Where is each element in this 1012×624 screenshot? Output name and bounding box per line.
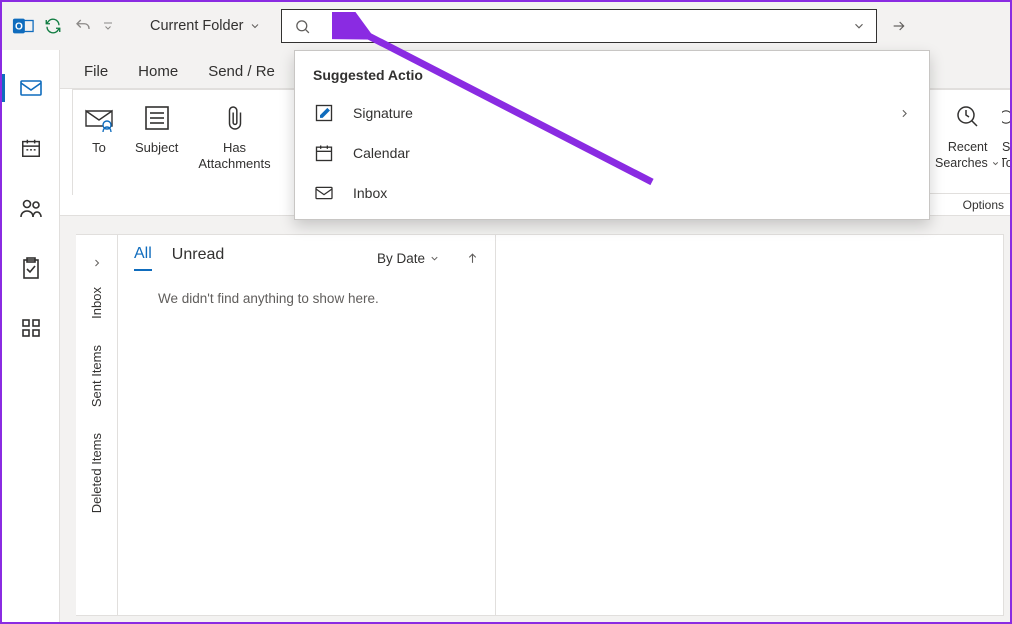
sort-label: By Date — [377, 251, 425, 266]
rail-calendar-button[interactable] — [10, 132, 52, 164]
folder-minibar: Inbox Sent Items Deleted Items — [76, 234, 118, 616]
chevron-right-icon — [898, 107, 911, 120]
search-suggestions-dropdown: Suggested Actio Signature Calendar Inbox — [294, 50, 930, 220]
ribbon-recent-searches-label: Recent Searches — [935, 139, 1000, 171]
signature-icon — [313, 103, 335, 123]
search-area — [281, 9, 917, 43]
tab-file[interactable]: File — [80, 55, 112, 88]
ribbon-search-tools-button[interactable]: S To — [1002, 95, 1010, 193]
sort-button[interactable]: By Date — [377, 251, 440, 266]
search-icon — [282, 18, 322, 35]
calendar-icon — [20, 137, 42, 159]
suggestion-calendar[interactable]: Calendar — [295, 133, 929, 173]
people-icon — [19, 197, 43, 219]
reading-pane — [496, 234, 1004, 616]
expand-folders-button[interactable] — [91, 257, 103, 269]
suggestion-signature[interactable]: Signature — [295, 93, 929, 133]
paperclip-icon — [224, 100, 246, 136]
chevron-down-icon — [249, 20, 261, 32]
search-dropdown-icon[interactable] — [842, 19, 876, 33]
suggestion-label: Signature — [353, 105, 413, 121]
folder-deleted-items[interactable]: Deleted Items — [89, 433, 104, 513]
ribbon-to-label: To — [92, 140, 106, 156]
clipboard-check-icon — [21, 256, 41, 280]
subject-lines-icon — [143, 100, 171, 136]
quick-access-toolbar: O — [2, 11, 118, 41]
left-nav-rail — [2, 50, 60, 622]
app-grid-icon — [21, 318, 41, 338]
search-scope-button[interactable]: Current Folder — [138, 11, 273, 41]
search-box[interactable] — [281, 9, 877, 43]
recent-search-icon — [955, 99, 981, 135]
ribbon-right-group: Recent Searches S To Options — [928, 89, 1010, 215]
rail-people-button[interactable] — [10, 192, 52, 224]
sort-direction-button[interactable] — [466, 251, 479, 266]
suggestion-label: Inbox — [353, 185, 387, 201]
ribbon-to-button[interactable]: To — [73, 96, 125, 195]
suggestion-label: Calendar — [353, 145, 410, 161]
empty-message: We didn't find anything to show here. — [118, 281, 495, 316]
message-list-pane: All Unread By Date We didn't find anythi… — [118, 234, 496, 616]
mail-icon — [313, 185, 335, 201]
search-scope-label: Current Folder — [150, 18, 243, 34]
tools-icon — [1002, 99, 1010, 135]
filter-unread[interactable]: Unread — [172, 246, 224, 270]
main-panes: Inbox Sent Items Deleted Items All Unrea… — [60, 220, 1010, 622]
rail-more-apps-button[interactable] — [10, 312, 52, 344]
tab-send-receive[interactable]: Send / Re — [204, 55, 279, 88]
envelope-person-icon — [83, 100, 115, 136]
folder-inbox[interactable]: Inbox — [89, 287, 104, 319]
suggestion-inbox[interactable]: Inbox — [295, 173, 929, 213]
folder-sent-items[interactable]: Sent Items — [89, 345, 104, 407]
suggestions-header: Suggested Actio — [295, 61, 929, 93]
rail-mail-button[interactable] — [10, 72, 52, 104]
ribbon-has-attachments-button[interactable]: Has Attachments — [188, 96, 280, 195]
tab-home[interactable]: Home — [134, 55, 182, 88]
ribbon-has-attachments-label: Has Attachments — [198, 140, 270, 172]
ribbon-recent-searches-button[interactable]: Recent Searches — [929, 95, 1002, 193]
qat-customize-icon[interactable] — [98, 11, 118, 41]
ribbon-search-tools-label: S To — [1002, 139, 1010, 171]
calendar-icon — [313, 143, 335, 163]
rail-tasks-button[interactable] — [10, 252, 52, 284]
ribbon-subject-button[interactable]: Subject — [125, 96, 188, 195]
undo-button[interactable] — [68, 11, 98, 41]
message-list-header: All Unread By Date — [118, 235, 495, 281]
chevron-down-icon — [429, 253, 440, 264]
ribbon-subject-label: Subject — [135, 140, 178, 156]
svg-text:O: O — [15, 22, 23, 33]
sync-button[interactable] — [38, 11, 68, 41]
outlook-logo-icon: O — [8, 11, 38, 41]
filter-all[interactable]: All — [134, 245, 152, 271]
titlebar: O Current Folder — [2, 2, 1010, 50]
search-input[interactable] — [322, 10, 842, 42]
mail-icon — [19, 78, 43, 98]
search-submit-button[interactable] — [881, 9, 917, 43]
ribbon-options-label[interactable]: Options — [929, 193, 1010, 215]
